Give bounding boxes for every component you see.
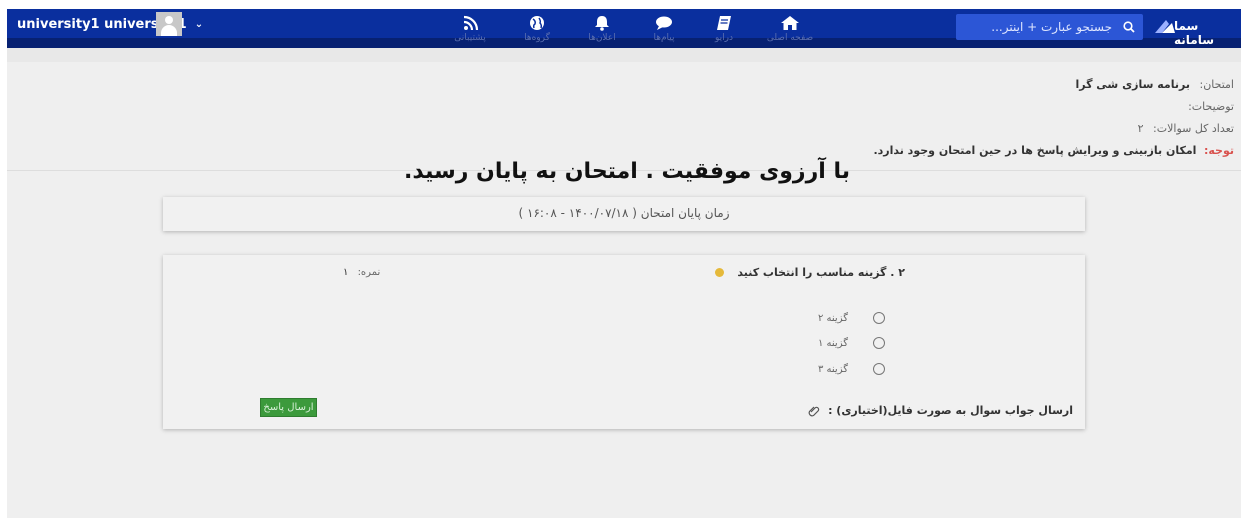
question-title: ۲ . گزینه مناسب را انتخاب کنید bbox=[714, 266, 905, 279]
info-dot-icon bbox=[714, 268, 724, 277]
exam-warning-label: توجه: bbox=[1203, 144, 1234, 157]
top-navbar: university1 university1 ⌄ پشتیبانی گروه‌… bbox=[7, 9, 1241, 48]
nav-groups-label: گروه‌ها bbox=[524, 33, 550, 43]
score-label: نمره: bbox=[357, 267, 381, 278]
nav-support-label: پشتیبانی bbox=[454, 33, 486, 43]
question-text: ۲ . گزینه مناسب را انتخاب کنید bbox=[737, 266, 905, 279]
exam-title-value: برنامه سازی شی گرا bbox=[1075, 78, 1190, 91]
radio-button[interactable] bbox=[873, 363, 885, 375]
nav-drive[interactable]: درایو bbox=[694, 9, 754, 48]
nav-notifications-label: اعلان‌ها bbox=[588, 33, 616, 43]
end-time-text: زمان پایان امتحان ( ۱۴۰۰/۰۷/۱۸ - ۱۶:۰۸ ) bbox=[518, 206, 730, 220]
logo-text: سما سامانه bbox=[1174, 19, 1215, 47]
exam-warning-value: امکان بازبینی و ویرایش پاسخ ها در حین ام… bbox=[873, 144, 1197, 157]
exam-desc-label: توضیحات: bbox=[1188, 100, 1234, 113]
exam-count-value: ۲ bbox=[1137, 122, 1144, 135]
paperclip-icon[interactable] bbox=[808, 405, 820, 417]
nav-messages[interactable]: پیام‌ها bbox=[634, 9, 694, 48]
submit-answer-button[interactable]: ارسال پاسخ bbox=[260, 398, 317, 417]
content-header-strip bbox=[7, 48, 1241, 62]
nav-home[interactable]: صفحه اصلی bbox=[760, 9, 820, 48]
globe-icon bbox=[530, 16, 544, 30]
search-icon[interactable] bbox=[1123, 21, 1135, 33]
nav-support[interactable]: پشتیبانی bbox=[440, 9, 500, 48]
exam-desc-row: توضیحات: bbox=[634, 96, 1234, 118]
exam-title-row: امتحان: برنامه سازی شی گرا bbox=[634, 74, 1234, 96]
chevron-down-icon: ⌄ bbox=[194, 18, 204, 30]
book-icon bbox=[717, 16, 731, 30]
home-icon bbox=[781, 16, 799, 30]
question-score: نمره: ۱ bbox=[343, 267, 380, 278]
exam-finished-message: با آرزوی موفقیت . امتحان به پایان رسید. bbox=[404, 159, 850, 184]
exam-count-label: تعداد کل سوالات: bbox=[1153, 122, 1234, 135]
avatar[interactable] bbox=[156, 12, 182, 36]
chat-icon bbox=[656, 16, 672, 30]
question-card: ۲ . گزینه مناسب را انتخاب کنید نمره: ۱ گ… bbox=[163, 255, 1085, 429]
search-input[interactable] bbox=[956, 14, 1118, 40]
score-value: ۱ bbox=[343, 267, 349, 278]
option-label: گزینه ۲ bbox=[818, 312, 848, 324]
option-row[interactable]: گزینه ۳ bbox=[818, 363, 885, 375]
option-row[interactable]: گزینه ۲ bbox=[818, 312, 885, 324]
brand-logo[interactable]: سما سامانه bbox=[1150, 14, 1230, 47]
radio-button[interactable] bbox=[873, 337, 885, 349]
logo-mark-icon bbox=[1155, 20, 1175, 33]
nav-groups[interactable]: گروه‌ها bbox=[507, 9, 567, 48]
option-row[interactable]: گزینه ۱ bbox=[818, 337, 885, 349]
rss-icon bbox=[463, 15, 479, 31]
end-time-card: زمان پایان امتحان ( ۱۴۰۰/۰۷/۱۸ - ۱۶:۰۸ ) bbox=[163, 197, 1085, 231]
nav-home-label: صفحه اصلی bbox=[766, 33, 814, 43]
exam-title-label: امتحان: bbox=[1199, 78, 1234, 91]
option-label: گزینه ۱ bbox=[818, 337, 848, 349]
main-content: امتحان: برنامه سازی شی گرا توضیحات: تعدا… bbox=[7, 48, 1241, 518]
nav-messages-label: پیام‌ها bbox=[653, 33, 675, 43]
bell-icon bbox=[595, 16, 609, 31]
nav-notifications[interactable]: اعلان‌ها bbox=[572, 9, 632, 48]
search-box bbox=[956, 14, 1143, 40]
file-answer-row: ارسال جواب سوال به صورت فایل(اختیاری) : bbox=[808, 404, 1073, 417]
file-answer-label: ارسال جواب سوال به صورت فایل(اختیاری) : bbox=[828, 404, 1073, 417]
exam-info: امتحان: برنامه سازی شی گرا توضیحات: تعدا… bbox=[634, 74, 1234, 162]
exam-count-row: تعداد کل سوالات: ۲ bbox=[634, 118, 1234, 140]
nav-drive-label: درایو bbox=[714, 33, 733, 43]
radio-button[interactable] bbox=[873, 312, 885, 324]
option-label: گزینه ۳ bbox=[818, 363, 848, 375]
